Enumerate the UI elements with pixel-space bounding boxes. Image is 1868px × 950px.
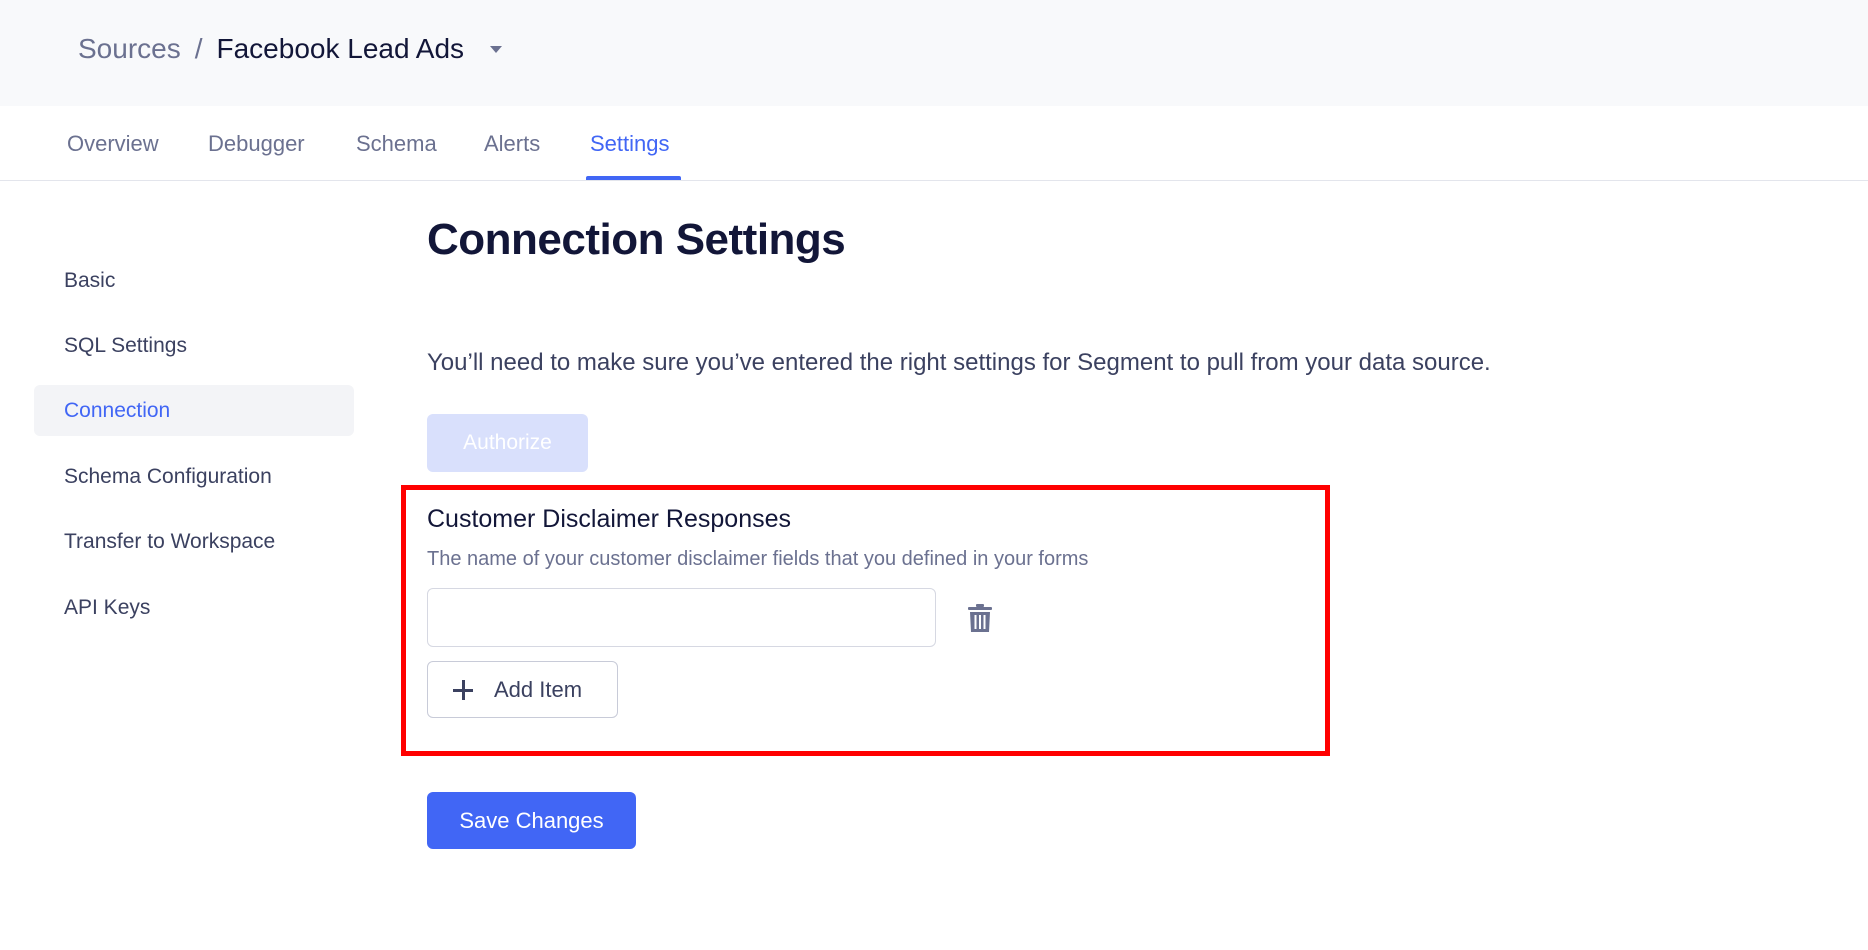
sidebar-item-label: Schema Configuration [64, 465, 272, 488]
sidebar-item-label: Transfer to Workspace [64, 530, 276, 553]
tab-debugger[interactable]: Debugger [208, 130, 305, 158]
sidebar-item-label: Basic [64, 269, 116, 292]
sidebar-item-basic[interactable]: Basic [34, 255, 354, 306]
sidebar-item-label: Connection [64, 399, 171, 422]
field-title: Customer Disclaimer Responses [427, 505, 792, 533]
tab-overview[interactable]: Overview [67, 130, 159, 158]
tab-schema[interactable]: Schema [356, 130, 437, 158]
breadcrumb-sources-link[interactable]: Sources [78, 31, 181, 67]
save-changes-button[interactable]: Save Changes [427, 792, 636, 849]
sidebar-item-api-keys[interactable]: API Keys [34, 582, 354, 633]
delete-item-button[interactable] [962, 600, 998, 636]
breadcrumb-current-source: Facebook Lead Ads [216, 33, 465, 64]
sidebar-item-schema-configuration[interactable]: Schema Configuration [34, 451, 354, 502]
tab-settings[interactable]: Settings [590, 130, 670, 158]
field-description: The name of your customer disclaimer fie… [427, 548, 1089, 570]
sidebar-item-sql-settings[interactable]: SQL Settings [34, 320, 354, 371]
intro-text: You’ll need to make sure you’ve entered … [427, 349, 1491, 376]
customer-disclaimer-input[interactable] [427, 588, 936, 647]
plus-icon [452, 679, 474, 701]
page-title: Connection Settings [427, 215, 846, 264]
breadcrumb-separator: / [194, 33, 203, 64]
tab-alerts[interactable]: Alerts [484, 130, 540, 158]
breadcrumb: Sources / Facebook Lead Ads [78, 31, 503, 67]
sidebar-item-label: API Keys [64, 596, 151, 619]
page-header: Sources / Facebook Lead Ads [0, 0, 1868, 106]
sidebar-item-connection[interactable]: Connection [34, 385, 354, 436]
tab-bar: Overview Debugger Schema Alerts Settings [0, 106, 1868, 181]
add-item-button[interactable]: Add Item [427, 661, 618, 718]
sidebar-item-transfer-to-workspace[interactable]: Transfer to Workspace [34, 516, 354, 567]
active-tab-indicator [586, 176, 681, 180]
add-item-label: Add Item [494, 677, 583, 702]
trash-icon [968, 604, 992, 632]
sidebar-item-label: SQL Settings [64, 334, 187, 357]
caret-down-icon[interactable] [490, 45, 503, 53]
authorize-button[interactable]: Authorize [427, 414, 588, 472]
